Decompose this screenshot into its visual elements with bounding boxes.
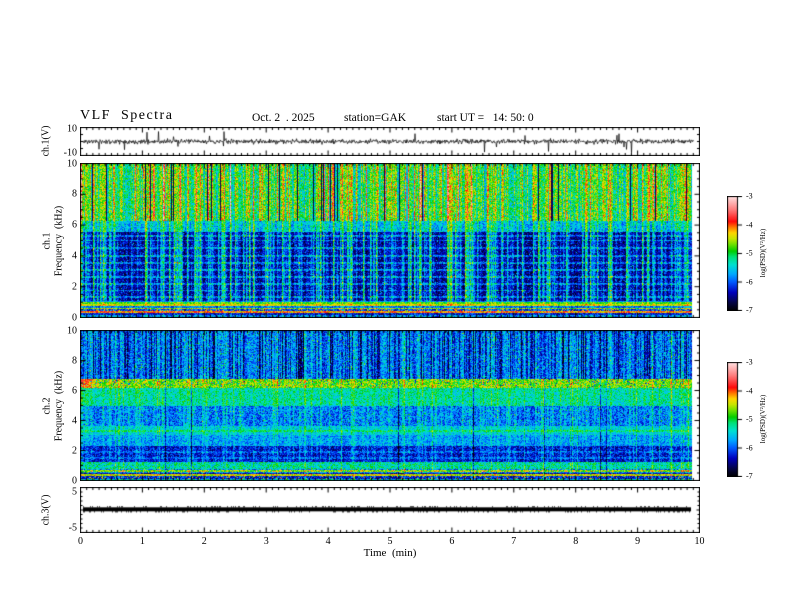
date-label: Oct. 2 . 2025 [252, 112, 315, 124]
y-tick-label: 8 [72, 188, 77, 200]
y-tick-label: -10 [63, 147, 77, 159]
ch1-spectrogram-canvas [80, 163, 700, 318]
y-tick-label: 4 [72, 415, 77, 426]
x-tick-label: 8 [573, 536, 579, 547]
colorbar-tick-label: -4 [746, 386, 753, 395]
colorbar-tick-label: -7 [746, 471, 753, 481]
x-tick-label: 5 [387, 536, 393, 547]
y-tick-label: 0 [72, 475, 77, 486]
time-axis-label: Time (min) [363, 547, 417, 559]
colorbar-tick-label: -3 [746, 357, 753, 367]
vlf-spectra-figure: VLF Spectra Oct. 2 . 2025 station=GAK st… [0, 0, 792, 612]
y-tick-label: 2 [72, 281, 77, 293]
colorbar-1-label: log(PSD)(V²/Hz) [759, 228, 767, 278]
plot-title: VLF Spectra [80, 108, 174, 123]
ch1-channel-label: ch.1 [41, 232, 53, 250]
x-tick-label: 9 [635, 536, 641, 547]
ch3-voltage-axis-label: ch.3(V) [40, 494, 52, 526]
x-tick-label: 1 [139, 536, 145, 547]
ch1-waveform-canvas [80, 127, 700, 156]
start-ut-label: start UT = 14: 50: 0 [437, 112, 534, 124]
y-tick-label: 10 [67, 158, 77, 169]
colorbar-tick-label: -5 [746, 248, 753, 258]
y-tick-label: 2 [72, 445, 77, 456]
x-tick-label: 6 [449, 536, 455, 547]
y-tick-label: 6 [72, 385, 77, 396]
colorbar-tick-label: -5 [746, 414, 753, 424]
colorbar-tick-label: -7 [746, 305, 753, 315]
ch1-frequency-axis-label: Frequency (kHz) [53, 205, 65, 277]
x-tick-label: 0 [78, 536, 83, 547]
y-tick-label: 0 [72, 312, 77, 323]
colorbar-2-canvas [727, 362, 743, 477]
colorbar-1-canvas [727, 196, 743, 311]
y-tick-label: -5 [68, 522, 77, 534]
x-tick-label: 7 [511, 536, 517, 547]
colorbar-tick-label: -6 [746, 277, 753, 286]
y-tick-label: 4 [72, 250, 77, 262]
colorbar-2-label: log(PSD)(V²/Hz) [759, 394, 767, 444]
ch1-voltage-axis-label: ch.1(V) [40, 125, 52, 157]
y-tick-label: 6 [72, 219, 77, 231]
ch2-channel-label: ch.2 [41, 397, 53, 415]
x-tick-label: 3 [263, 536, 269, 547]
ch2-spectrogram-canvas [80, 330, 700, 481]
y-tick-label: 8 [72, 355, 77, 366]
y-tick-label: 10 [67, 325, 77, 336]
x-tick-label: 2 [201, 536, 207, 547]
ch2-frequency-axis-label: Frequency (kHz) [53, 370, 65, 442]
x-tick-label: 4 [325, 536, 331, 547]
colorbar-tick-label: -4 [746, 220, 753, 229]
colorbar-tick-label: -3 [746, 191, 753, 201]
colorbar-tick-label: -6 [746, 443, 753, 452]
y-tick-label: 5 [72, 486, 77, 498]
x-tick-label: 10 [694, 536, 705, 547]
ch3-waveform-canvas [80, 487, 700, 533]
station-label: station=GAK [344, 112, 407, 124]
y-tick-label: 10 [67, 123, 77, 135]
